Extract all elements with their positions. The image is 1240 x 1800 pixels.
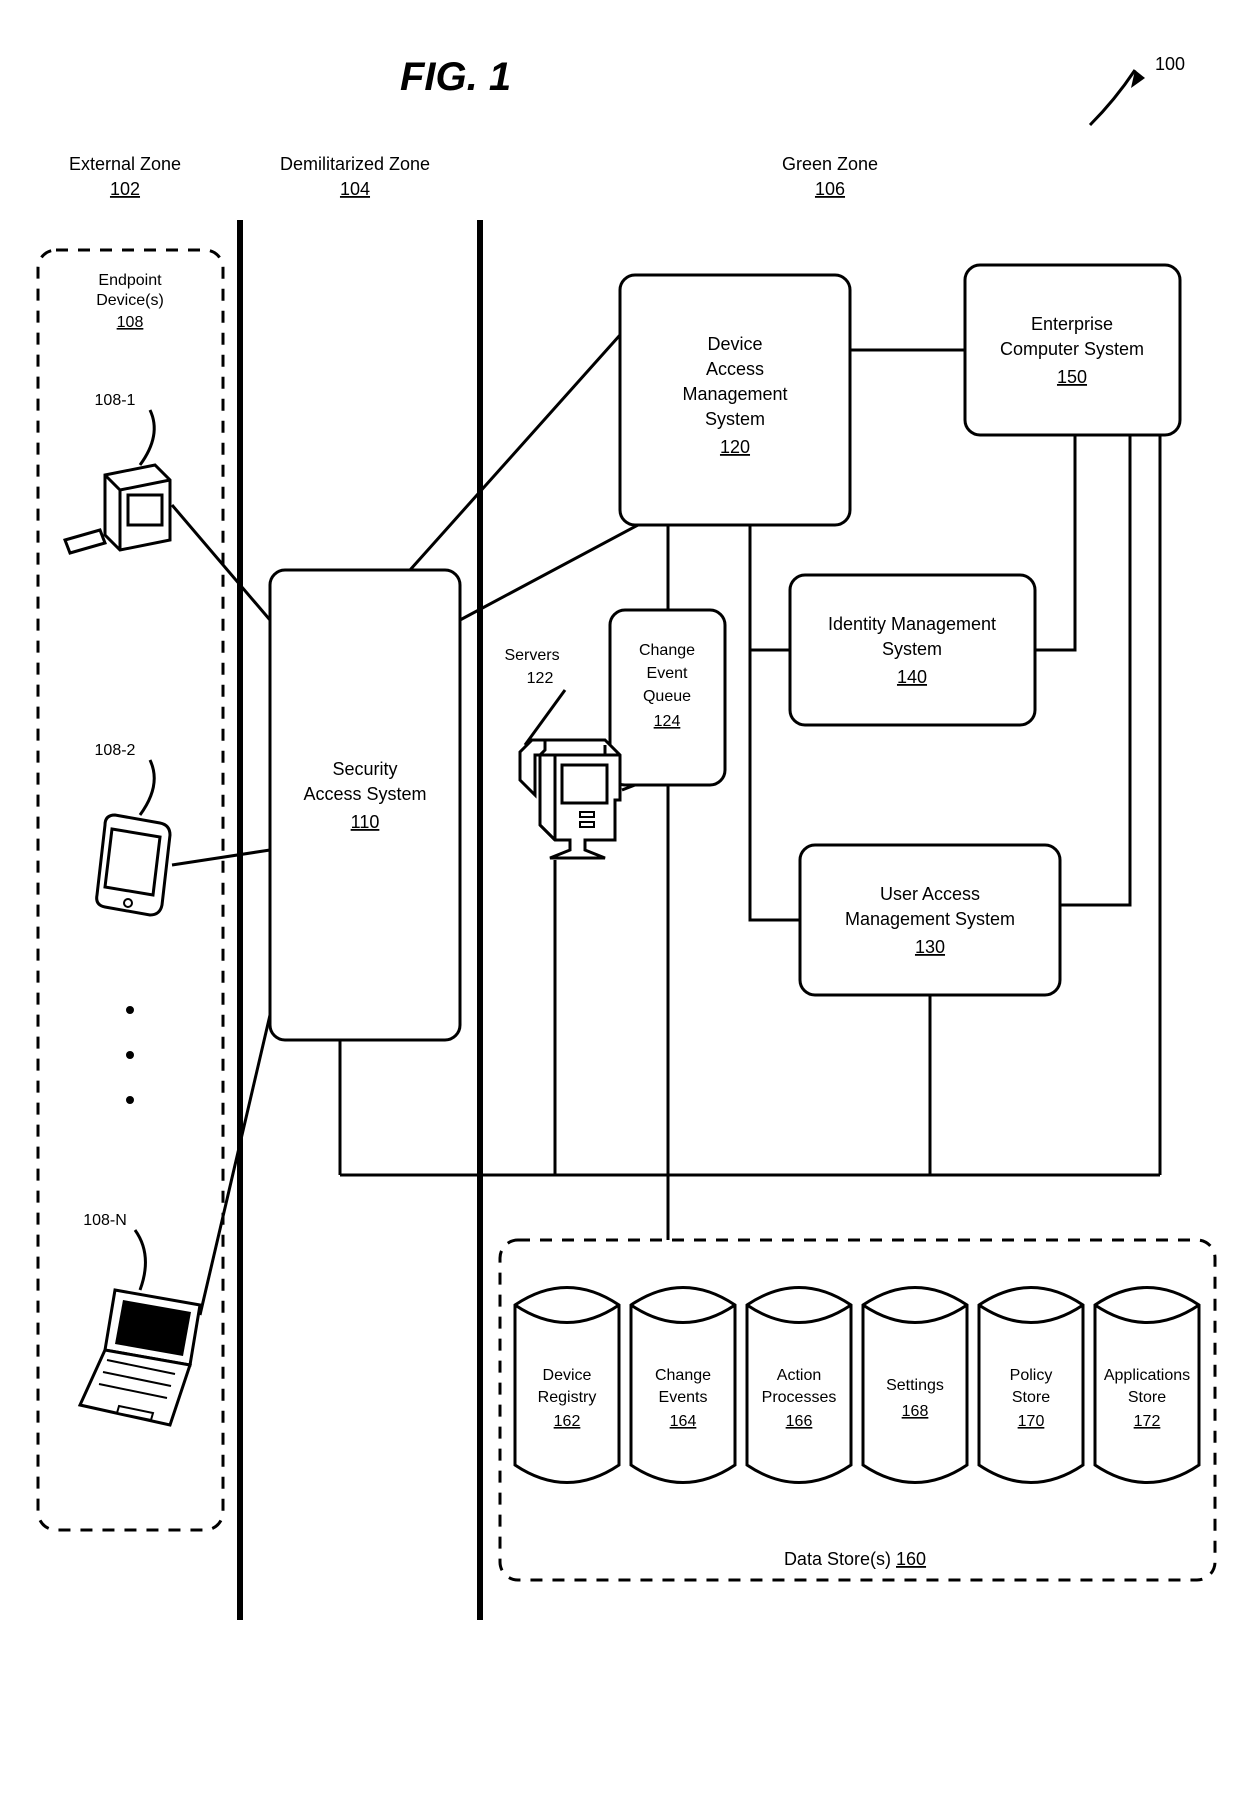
svg-text:166: 166 xyxy=(786,1413,813,1430)
svg-text:Processes: Processes xyxy=(762,1389,837,1406)
svg-text:User Access: User Access xyxy=(880,884,980,904)
svg-text:Event: Event xyxy=(647,665,688,682)
svg-text:Registry: Registry xyxy=(538,1389,597,1406)
laptop-icon xyxy=(80,1290,200,1425)
endpoint-group-num: 108 xyxy=(117,314,144,331)
ds-label: Data Store(s) 160 xyxy=(784,1549,926,1569)
svg-text:Applications: Applications xyxy=(1104,1367,1190,1384)
svg-text:Action: Action xyxy=(777,1367,821,1384)
svg-text:Access: Access xyxy=(706,359,764,379)
dams-num: 120 xyxy=(720,437,750,457)
zone-green-label: Green Zone xyxy=(782,154,878,174)
zone-external-label: External Zone xyxy=(69,154,181,174)
svg-text:170: 170 xyxy=(1018,1413,1045,1430)
svg-text:System: System xyxy=(882,639,942,659)
cylinder-settings: Settings 168 xyxy=(863,1288,967,1483)
svg-text:Enterprise: Enterprise xyxy=(1031,314,1113,334)
endpoint-device-n: 108-N xyxy=(80,1212,200,1425)
svg-text:Store: Store xyxy=(1128,1389,1166,1406)
svg-text:108-N: 108-N xyxy=(83,1212,127,1229)
svg-text:Management System: Management System xyxy=(845,909,1015,929)
svg-text:168: 168 xyxy=(902,1403,929,1420)
svg-text:Change: Change xyxy=(639,642,695,659)
security-access-system-box xyxy=(270,570,460,1040)
svg-text:Change: Change xyxy=(655,1367,711,1384)
svg-text:Store: Store xyxy=(1012,1389,1050,1406)
svg-text:108-2: 108-2 xyxy=(95,742,136,759)
svg-text:Management: Management xyxy=(682,384,787,404)
zone-external-num: 102 xyxy=(110,179,140,199)
endpoint-device-1: 108-1 xyxy=(65,392,170,553)
svg-text:108-1: 108-1 xyxy=(95,392,136,409)
ceq-num: 124 xyxy=(654,713,681,730)
cylinder-change-events: Change Events 164 xyxy=(631,1288,735,1483)
sas-num: 110 xyxy=(351,812,380,832)
architecture-diagram: FIG. 1 100 External Zone 102 Demilitariz… xyxy=(0,0,1240,1800)
svg-text:162: 162 xyxy=(554,1413,581,1430)
dots-icon xyxy=(126,1006,134,1014)
desktop-icon xyxy=(65,465,170,553)
cylinder-policy-store: Policy Store 170 xyxy=(979,1288,1083,1483)
svg-text:172: 172 xyxy=(1134,1413,1161,1430)
svg-text:Identity Management: Identity Management xyxy=(828,614,996,634)
ecs-num: 150 xyxy=(1057,367,1087,387)
servers-label: Servers xyxy=(504,647,559,664)
sas-l1: Security xyxy=(332,759,397,779)
svg-text:Settings: Settings xyxy=(886,1377,944,1394)
zone-dmz-num: 104 xyxy=(340,179,370,199)
svg-text:System: System xyxy=(705,409,765,429)
figure-ref: 100 xyxy=(1155,54,1185,74)
ims-num: 140 xyxy=(897,667,927,687)
svg-text:Device: Device xyxy=(543,1367,592,1384)
cylinder-action-processes: Action Processes 166 xyxy=(747,1288,851,1483)
uams-num: 130 xyxy=(915,937,945,957)
svg-text:Queue: Queue xyxy=(643,688,691,705)
endpoint-device-2: 108-2 xyxy=(95,742,170,915)
servers-num: 122 xyxy=(527,670,554,687)
svg-text:Device: Device xyxy=(707,334,762,354)
svg-text:Events: Events xyxy=(659,1389,708,1406)
svg-text:164: 164 xyxy=(670,1413,697,1430)
phone-icon xyxy=(97,815,170,915)
sas-l2: Access System xyxy=(303,784,426,804)
zone-green-num: 106 xyxy=(815,179,845,199)
servers-icon xyxy=(520,740,620,858)
svg-text:Computer System: Computer System xyxy=(1000,339,1144,359)
figure-ref-arrow: 100 xyxy=(1090,54,1185,125)
zone-dmz-label: Demilitarized Zone xyxy=(280,154,430,174)
cylinder-applications-store: Applications Store 172 xyxy=(1095,1288,1199,1483)
svg-text:Policy: Policy xyxy=(1010,1367,1053,1384)
endpoint-group-label1: Endpoint xyxy=(98,272,162,289)
figure-title: FIG. 1 xyxy=(400,55,511,99)
cylinder-device-registry: Device Registry 162 xyxy=(515,1288,619,1483)
endpoint-group-label2: Device(s) xyxy=(96,292,164,309)
